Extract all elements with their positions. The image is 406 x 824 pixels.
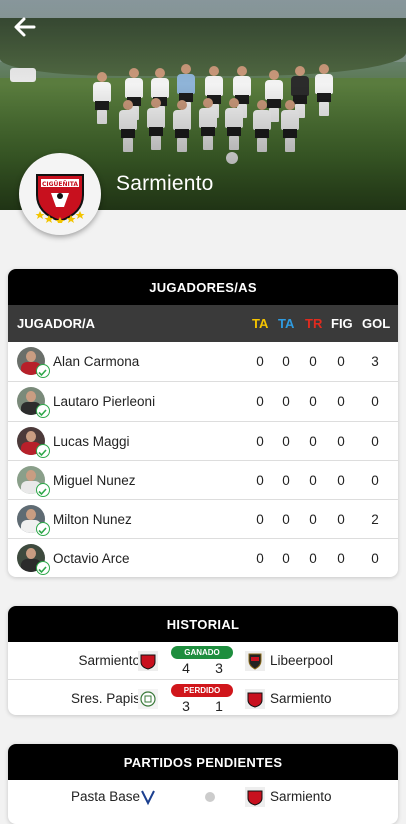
player-row[interactable]: Octavio Arce 0 0 0 0 0 (8, 538, 398, 577)
player-row[interactable]: Lucas Maggi 0 0 0 0 0 (8, 420, 398, 460)
player-ta2: 0 (282, 512, 290, 528)
player-row[interactable]: Miguel Nunez 0 0 0 0 0 (8, 459, 398, 499)
team-crest-logo: CIGÜEÑITA (35, 174, 85, 223)
player-fig: 0 (337, 472, 345, 488)
team-crest: CIGÜEÑITA (19, 153, 101, 235)
crest-text: CIGÜEÑITA (42, 181, 78, 188)
player-row[interactable]: Milton Nunez 0 0 0 0 2 (8, 499, 398, 538)
result-badge-won: GANADO (171, 646, 233, 659)
player-tr: 0 (309, 433, 317, 449)
away-score: 1 (215, 698, 223, 714)
player-ta: 0 (256, 512, 264, 528)
player-ta2: 0 (282, 551, 290, 567)
player-ta2: 0 (282, 354, 290, 369)
player-fig: 0 (337, 512, 345, 528)
arrow-left-icon (14, 17, 36, 37)
player-name: Lucas Maggi (53, 433, 130, 449)
col-tr: TR (305, 316, 323, 331)
history-card: HISTORIAL Sarmiento GANADO 4 3 Libeerpoo… (8, 606, 398, 715)
home-crest-icon (138, 689, 158, 709)
match-row[interactable]: Sarmiento GANADO 4 3 Libeerpool (8, 642, 398, 679)
check-icon (36, 404, 50, 419)
team-name: Sarmiento (116, 172, 214, 195)
col-player: JUGADOR/A (17, 316, 96, 331)
away-crest-icon (245, 651, 265, 671)
player-gol: 0 (371, 394, 379, 410)
check-icon (36, 443, 50, 458)
player-gol: 2 (371, 512, 379, 528)
history-card-title: HISTORIAL (8, 606, 398, 642)
players-card-title: JUGADORES/AS (8, 269, 398, 305)
player-ta: 0 (256, 394, 264, 410)
player-row[interactable]: Alan Carmona 0 0 0 0 3 (8, 342, 398, 381)
player-ta: 0 (256, 551, 264, 567)
home-score: 4 (182, 660, 190, 676)
check-icon (36, 561, 50, 576)
player-gol: 0 (371, 433, 379, 449)
player-tr: 0 (309, 512, 317, 528)
result-badge-lost: PERDIDO (171, 684, 233, 697)
player-name: Milton Nunez (53, 512, 132, 528)
player-fig: 0 (337, 354, 345, 369)
away-team: Libeerpool (270, 653, 334, 668)
player-tr: 0 (309, 551, 317, 567)
away-crest-icon (245, 689, 265, 709)
player-gol: 0 (371, 551, 379, 567)
player-ta2: 0 (282, 433, 290, 449)
col-gol: GOL (362, 316, 391, 331)
home-team: Pasta Base (70, 789, 140, 804)
players-list: Alan Carmona 0 0 0 0 3 Lautaro Pierleoni… (8, 342, 398, 577)
away-crest-icon (245, 787, 265, 807)
check-icon (36, 482, 50, 497)
away-team: Sarmiento (270, 789, 332, 804)
player-row[interactable]: Lautaro Pierleoni 0 0 0 0 0 (8, 381, 398, 420)
player-fig: 0 (337, 394, 345, 410)
col-fig: FIG (331, 316, 353, 331)
player-fig: 0 (337, 433, 345, 449)
players-card: JUGADORES/AS JUGADOR/A TA TA TR FIG GOL … (8, 269, 398, 577)
away-team: Sarmiento (270, 691, 332, 706)
home-crest-icon (138, 651, 158, 671)
col-ta-blue: TA (278, 316, 295, 331)
player-fig: 0 (337, 551, 345, 567)
player-ta2: 0 (282, 394, 290, 410)
pending-match-row[interactable]: Pasta Base Sarmiento (8, 780, 398, 817)
home-team: Sres. Papis (70, 691, 140, 706)
player-tr: 0 (309, 354, 317, 369)
back-button[interactable] (12, 14, 38, 40)
pending-card: PARTIDOS PENDIENTES Pasta Base Sarmiento (8, 744, 398, 824)
player-gol: 3 (371, 354, 379, 369)
away-score: 3 (215, 660, 223, 676)
home-team: Sarmiento (78, 653, 140, 668)
check-icon (36, 522, 50, 537)
player-tr: 0 (309, 472, 317, 488)
history-list: Sarmiento GANADO 4 3 Libeerpool Sres. Pa… (8, 642, 398, 715)
pending-card-title: PARTIDOS PENDIENTES (8, 744, 398, 780)
match-row[interactable]: Sres. Papis PERDIDO 3 1 Sarmiento (8, 679, 398, 715)
player-name: Octavio Arce (53, 551, 130, 567)
player-tr: 0 (309, 394, 317, 410)
player-gol: 0 (371, 472, 379, 488)
player-ta: 0 (256, 354, 264, 369)
players-table-header: JUGADOR/A TA TA TR FIG GOL (8, 305, 398, 342)
home-crest-icon (141, 790, 155, 806)
player-ta: 0 (256, 472, 264, 488)
player-name: Lautaro Pierleoni (53, 394, 156, 410)
col-ta-yellow: TA (252, 316, 269, 331)
check-icon (36, 364, 50, 378)
home-score: 3 (182, 698, 190, 714)
player-name: Miguel Nunez (53, 472, 136, 488)
vs-icon (205, 792, 215, 802)
player-name: Alan Carmona (53, 354, 140, 369)
player-ta: 0 (256, 433, 264, 449)
player-ta2: 0 (282, 472, 290, 488)
